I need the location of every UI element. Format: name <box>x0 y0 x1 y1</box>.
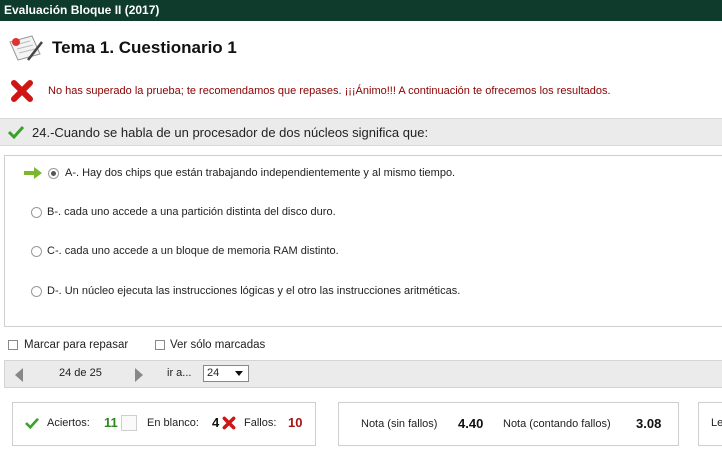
answer-radio-d[interactable] <box>31 286 42 297</box>
page-title: Tema 1. Cuestionario 1 <box>52 38 237 57</box>
answer-label-d: D-. Un núcleo ejecuta las instrucciones … <box>47 285 461 297</box>
answer-radio-a[interactable] <box>48 168 59 179</box>
result-message: No has superado la prueba; te recomendam… <box>0 76 722 106</box>
score-penalty-value: 3.08 <box>636 416 662 431</box>
results-summary: Aciertos: 11 En blanco: 4 Fallos: 10 <box>12 402 316 446</box>
answer-option-d[interactable]: D-. Un núcleo ejecuta las instrucciones … <box>5 282 720 302</box>
answer-option-b[interactable]: B-. cada uno accede a una partición dist… <box>5 203 720 223</box>
aciertos-label: Aciertos: <box>47 417 90 429</box>
checkmark-icon <box>25 417 39 429</box>
fallos-label: Fallos: <box>244 417 277 429</box>
window-title-bar: Evaluación Bloque II (2017) <box>0 0 722 21</box>
next-arrow-icon[interactable] <box>135 368 143 382</box>
red-x-icon <box>11 80 33 102</box>
mark-review-label: Marcar para repasar <box>24 339 129 351</box>
blank-box-icon <box>121 415 137 431</box>
window-title: Evaluación Bloque II (2017) <box>4 3 160 17</box>
score-penalty-label: Nota (contando fallos) <box>503 418 611 430</box>
show-marked-label: Ver sólo marcadas <box>170 339 266 351</box>
previous-arrow-icon[interactable] <box>15 368 23 382</box>
answer-option-a[interactable]: A-. Hay dos chips que están trabajando i… <box>5 164 720 184</box>
right-arrow-icon <box>24 167 42 179</box>
score-no-penalty-value: 4.40 <box>458 416 484 431</box>
quiz-paper-icon <box>9 35 43 61</box>
answer-radio-c[interactable] <box>31 246 42 257</box>
goto-label: ir a... <box>167 367 192 379</box>
extra-panel-text: Le <box>711 417 722 429</box>
score-no-penalty-label: Nota (sin fallos) <box>361 418 438 430</box>
quiz-header: Tema 1. Cuestionario 1 <box>0 30 722 66</box>
goto-value: 24 <box>207 367 220 379</box>
question-text: 24.-Cuando se habla de un procesador de … <box>32 125 429 140</box>
answer-option-c[interactable]: C-. cada uno accede a un bloque de memor… <box>5 242 720 262</box>
show-marked-checkbox[interactable] <box>155 340 165 350</box>
answer-list: A-. Hay dos chips que están trabajando i… <box>4 155 722 327</box>
answer-label-c: C-. cada uno accede a un bloque de memor… <box>47 245 339 257</box>
goto-select[interactable]: 24 <box>203 365 249 382</box>
blanco-label: En blanco: <box>147 417 199 429</box>
question-bar: 24.-Cuando se habla de un procesador de … <box>0 118 722 146</box>
review-options: Marcar para repasar Ver sólo marcadas <box>0 338 722 354</box>
fallos-value: 10 <box>288 415 303 430</box>
question-navigation: 24 de 25 ir a... 24 <box>4 360 722 388</box>
answer-label-a: A-. Hay dos chips que están trabajando i… <box>65 167 456 179</box>
result-text: No has superado la prueba; te recomendam… <box>48 85 611 97</box>
answer-label-b: B-. cada uno accede a una partición dist… <box>47 206 336 218</box>
question-counter: 24 de 25 <box>59 367 102 379</box>
aciertos-value: 11 <box>104 415 118 430</box>
red-x-icon <box>222 416 236 430</box>
checkmark-icon <box>8 125 24 139</box>
score-summary: Nota (sin fallos) 4.40 Nota (contando fa… <box>338 402 679 446</box>
mark-review-checkbox[interactable] <box>8 340 18 350</box>
blanco-value: 4 <box>212 415 220 430</box>
extra-panel: Le <box>698 402 722 446</box>
chevron-down-icon <box>235 371 243 376</box>
answer-radio-b[interactable] <box>31 207 42 218</box>
